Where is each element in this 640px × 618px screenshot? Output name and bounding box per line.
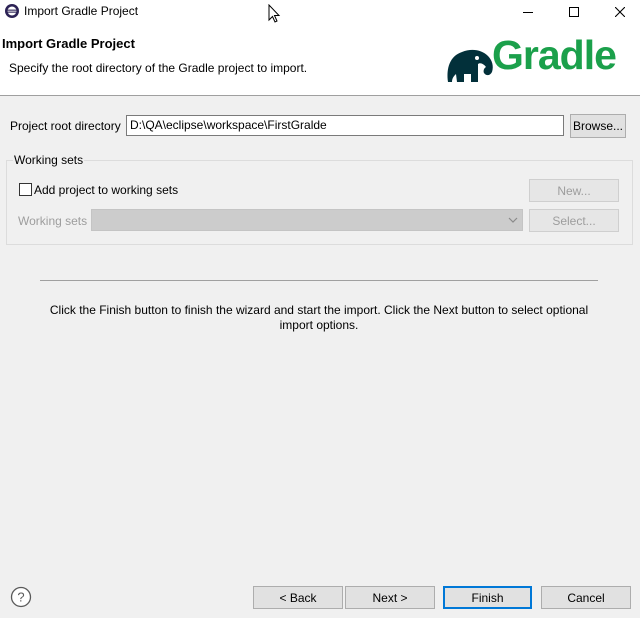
- finish-button[interactable]: Finish: [443, 586, 532, 609]
- maximize-icon: [568, 7, 579, 17]
- browse-button[interactable]: Browse...: [570, 114, 626, 138]
- close-button[interactable]: [597, 0, 640, 24]
- gradle-logo-text: Gradle: [492, 32, 617, 78]
- wizard-banner: Import Gradle Project Specify the root d…: [0, 24, 640, 96]
- project-root-label: Project root directory: [10, 119, 121, 133]
- project-root-input[interactable]: D:\QA\eclipse\workspace\FirstGralde: [126, 115, 564, 136]
- wizard-info-message: Click the Finish button to finish the wi…: [49, 303, 589, 332]
- eclipse-app-icon: [5, 4, 19, 18]
- add-to-working-sets-checkbox[interactable]: [19, 183, 32, 196]
- working-sets-combo-label: Working sets: [18, 214, 88, 228]
- gradle-elephant-icon: [447, 49, 493, 82]
- svg-text:?: ?: [17, 590, 24, 605]
- new-working-set-button[interactable]: New...: [529, 179, 619, 202]
- title-bar: Import Gradle Project: [0, 0, 640, 24]
- maximize-button[interactable]: [551, 0, 596, 24]
- back-button[interactable]: < Back: [253, 586, 343, 609]
- minimize-button[interactable]: [505, 0, 550, 24]
- mouse-cursor-icon: [268, 4, 281, 23]
- gradle-logo: Gradle: [444, 32, 638, 84]
- next-button[interactable]: Next >: [345, 586, 435, 609]
- wizard-page-description: Specify the root directory of the Gradle…: [9, 61, 308, 75]
- chevron-down-icon: [508, 217, 518, 223]
- select-working-set-button[interactable]: Select...: [529, 209, 619, 232]
- working-sets-combo[interactable]: [91, 209, 523, 231]
- minimize-icon: [522, 12, 533, 13]
- help-icon[interactable]: ?: [10, 586, 32, 608]
- wizard-page-title: Import Gradle Project: [2, 36, 135, 51]
- separator: [40, 280, 598, 281]
- working-sets-group-label: Working sets: [13, 153, 85, 167]
- add-to-working-sets-label[interactable]: Add project to working sets: [34, 183, 178, 197]
- cancel-button[interactable]: Cancel: [541, 586, 631, 609]
- working-sets-group: [6, 160, 633, 245]
- window-title: Import Gradle Project: [24, 4, 139, 18]
- close-icon: [614, 7, 625, 17]
